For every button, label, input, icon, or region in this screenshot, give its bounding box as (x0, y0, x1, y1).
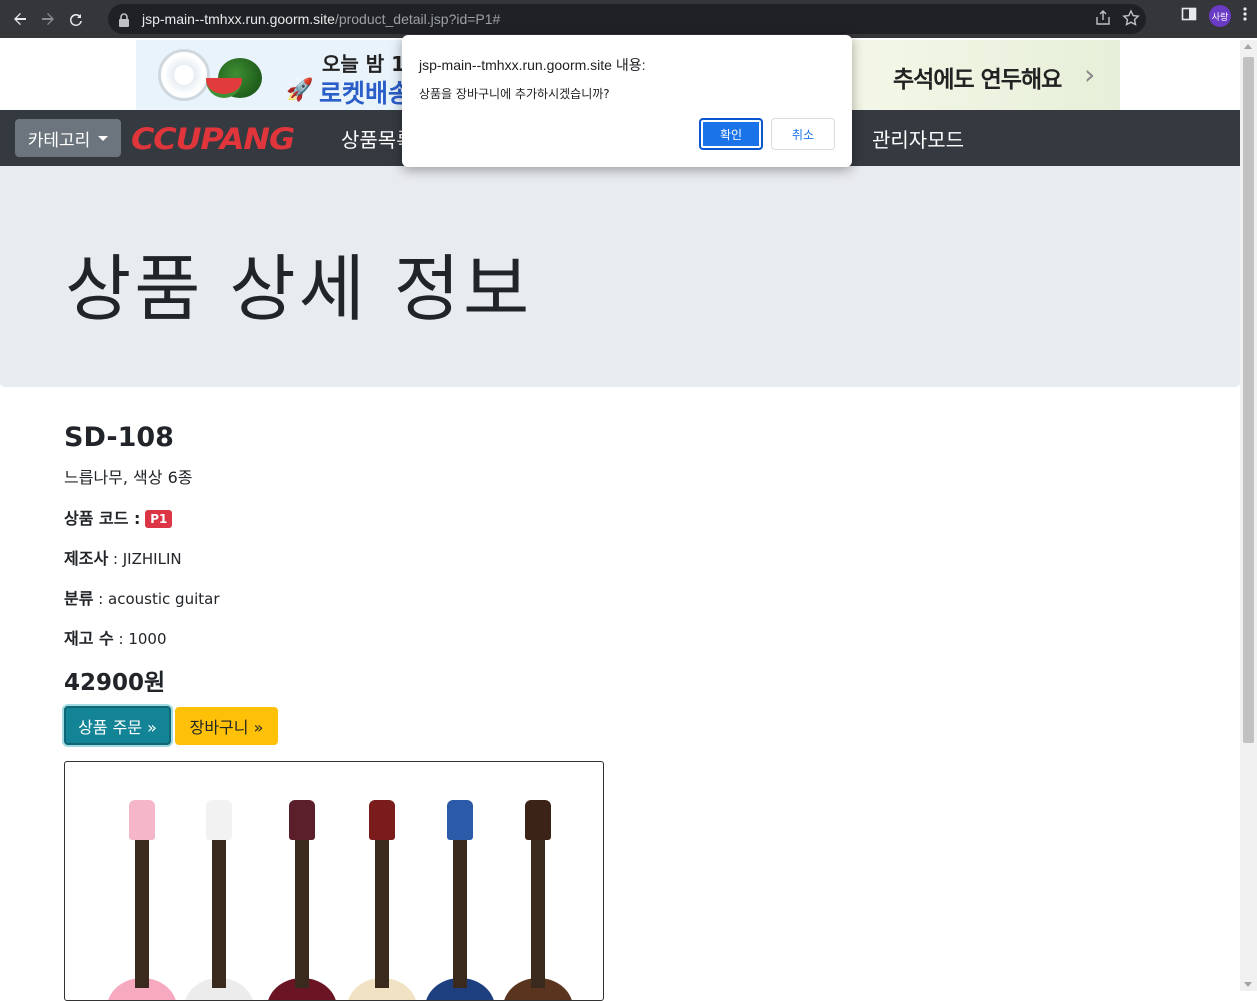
guitar-neck (135, 838, 149, 988)
forward-icon[interactable] (34, 5, 62, 33)
category-value: : acoustic guitar (93, 590, 220, 608)
menu-kebab-icon[interactable] (1243, 6, 1247, 26)
page-title: 상품 상세 정보 (65, 247, 533, 331)
lock-icon (118, 12, 132, 27)
maker-label: 제조사 (64, 549, 109, 568)
url-text: jsp-main--tmhxx.run.goorm.site/product_d… (142, 11, 500, 27)
stock-row: 재고 수 : 1000 (64, 625, 167, 649)
scroll-down-icon[interactable] (1244, 982, 1252, 987)
guitar-neck (453, 838, 467, 988)
page-scrollbar[interactable] (1240, 40, 1257, 991)
product-image: 주문 (64, 761, 604, 1001)
share-icon[interactable] (1094, 9, 1112, 31)
back-icon[interactable] (6, 5, 34, 33)
guitar-image (503, 800, 573, 1000)
product-price: 42900원 (64, 670, 166, 696)
guitar-headstock (369, 800, 395, 840)
product-code-badge: P1 (145, 510, 173, 528)
url-path: /product_detail.jsp?id=P1# (334, 11, 501, 27)
dialog-title: jsp-main--tmhxx.run.goorm.site 내용: (419, 57, 646, 73)
dialog-cancel-button[interactable]: 취소 (771, 118, 835, 150)
profile-avatar[interactable]: 사랑 (1209, 5, 1231, 27)
guitar-image (347, 800, 417, 1000)
scroll-thumb[interactable] (1243, 57, 1254, 743)
category-label: 분류 (64, 589, 94, 608)
product-name: SD-108 (64, 422, 174, 453)
product-code-row: 상품 코드 : P1 (64, 505, 173, 529)
guitar-headstock (206, 800, 232, 840)
reload-icon[interactable] (62, 5, 90, 33)
guitar-neck (375, 838, 389, 988)
category-dropdown-button[interactable]: 카테고리 (15, 119, 121, 157)
maker-value: : JIZHILIN (108, 550, 182, 568)
guitar-headstock (525, 800, 551, 840)
url-host: jsp-main--tmhxx.run.goorm.site (142, 11, 335, 27)
dialog-message: 상품을 장바구니에 추가하시겠습니까? (419, 87, 610, 101)
caret-down-icon (98, 135, 109, 141)
maker-row: 제조사 : JIZHILIN (64, 545, 182, 569)
product-description: 느릅나무, 색상 6종 (64, 468, 193, 487)
category-row: 분류 : acoustic guitar (64, 585, 219, 609)
guitar-image (425, 800, 495, 1000)
nav-link-admin[interactable]: 관리자모드 (872, 124, 964, 153)
confirm-dialog: jsp-main--tmhxx.run.goorm.site 내용: 상품을 장… (402, 35, 852, 167)
site-logo[interactable]: CCUPANG (131, 122, 295, 156)
product-code-label: 상품 코드 : (64, 509, 141, 528)
browser-toolbar: jsp-main--tmhxx.run.goorm.site/product_d… (0, 0, 1257, 38)
order-button[interactable]: 상품 주문 » (64, 706, 171, 745)
category-label: 카테고리 (27, 130, 91, 151)
bookmark-star-icon[interactable] (1122, 9, 1140, 31)
rocket-icon: 🚀 (286, 78, 314, 103)
guitar-neck (295, 838, 309, 988)
guitar-neck (212, 838, 226, 988)
stock-label: 재고 수 (64, 629, 114, 648)
stock-value: : 1000 (113, 630, 167, 648)
guitar-image (107, 800, 177, 1000)
guitar-headstock (129, 800, 155, 840)
guitar-neck (531, 838, 545, 988)
chevron-right-icon[interactable]: › (1084, 58, 1095, 91)
side-panel-icon[interactable] (1181, 6, 1197, 26)
guitar-headstock (289, 800, 315, 840)
scroll-up-icon[interactable] (1244, 44, 1252, 49)
guitar-image (267, 800, 337, 1000)
banner-rocket-delivery: 로켓배송 (319, 79, 412, 108)
guitar-headstock (447, 800, 473, 840)
banner-right-text: 추석에도 연두해요 (893, 67, 1062, 93)
jumbotron: 상품 상세 정보 (0, 166, 1240, 387)
guitar-image (184, 800, 254, 1000)
fan-image (158, 49, 210, 101)
add-to-cart-button[interactable]: 장바구니 » (175, 707, 278, 745)
dialog-ok-button[interactable]: 확인 (699, 118, 763, 150)
address-bar[interactable]: jsp-main--tmhxx.run.goorm.site/product_d… (108, 4, 1146, 34)
